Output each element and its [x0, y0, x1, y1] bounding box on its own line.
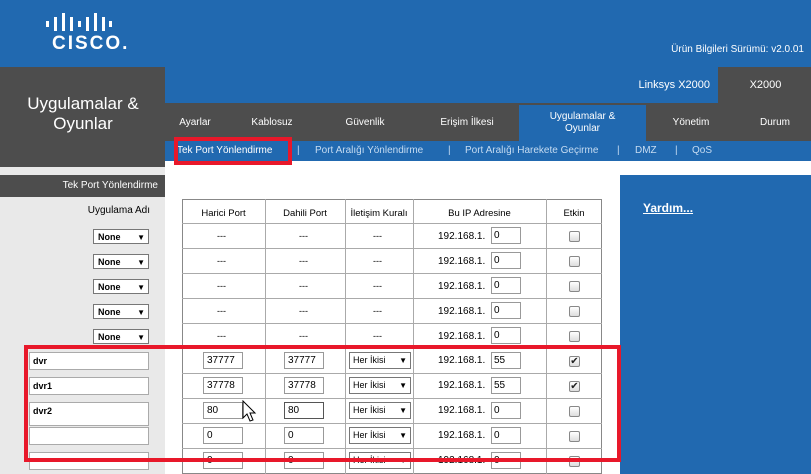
app-preset-select[interactable]: None ▼ [93, 304, 149, 319]
tab-guvenlik[interactable]: Güvenlik [335, 105, 395, 141]
enabled-checkbox[interactable] [569, 256, 580, 267]
external-port-placeholder: --- [217, 256, 226, 266]
mouse-cursor-icon [242, 400, 257, 422]
ip-prefix: 192.168.1. [438, 331, 486, 342]
help-panel [620, 175, 811, 474]
select-value: None [98, 232, 121, 242]
tab-uygulamalar-oyunlar[interactable]: Uygulamalar & Oyunlar [519, 105, 646, 141]
dropdown-arrow-icon: ▼ [137, 308, 145, 317]
subnav-separator: | [448, 145, 451, 156]
ip-prefix: 192.168.1. [438, 281, 486, 292]
select-value: None [98, 282, 121, 292]
app-preset-select[interactable]: None ▼ [93, 254, 149, 269]
select-value: None [98, 332, 121, 342]
app-preset-select[interactable]: None ▼ [93, 329, 149, 344]
highlight-subtab [174, 137, 292, 165]
select-value: None [98, 307, 121, 317]
col-header-enabled: Etkin [563, 207, 585, 219]
app-preset-select[interactable]: None ▼ [93, 279, 149, 294]
external-port-placeholder: --- [217, 231, 226, 241]
tab-ayarlar[interactable]: Ayarlar [170, 105, 220, 141]
cisco-logo-text: CISCO. [52, 33, 130, 54]
internal-port-placeholder: --- [299, 281, 308, 291]
left-heading-label: Tek Port Yönlendirme [62, 180, 158, 191]
tab-erisim-ilkesi[interactable]: Erişim İlkesi [427, 105, 507, 141]
tab-kablosuz[interactable]: Kablosuz [247, 105, 297, 141]
subtab-port-araligi-yonlendirme[interactable]: Port Aralığı Yönlendirme [315, 141, 423, 161]
model-name: Linksys X2000 [638, 79, 710, 91]
dropdown-arrow-icon: ▼ [137, 283, 145, 292]
enabled-checkbox[interactable] [569, 281, 580, 292]
ip-last-input[interactable]: 0 [491, 227, 521, 244]
tab-yonetim[interactable]: Yönetim [660, 105, 722, 141]
protocol-placeholder: --- [373, 256, 382, 266]
dropdown-arrow-icon: ▼ [137, 258, 145, 267]
internal-port-placeholder: --- [299, 256, 308, 266]
protocol-placeholder: --- [373, 281, 382, 291]
table-divider [182, 323, 602, 324]
external-port-placeholder: --- [217, 331, 226, 341]
protocol-placeholder: --- [373, 306, 382, 316]
protocol-placeholder: --- [373, 231, 382, 241]
ip-last-input[interactable]: 0 [491, 302, 521, 319]
internal-port-placeholder: --- [299, 306, 308, 316]
ip-last-input[interactable]: 0 [491, 327, 521, 344]
table-divider [182, 248, 602, 249]
ip-last-input[interactable]: 0 [491, 277, 521, 294]
main-nav: Ayarlar Kablosuz Güvenlik Erişim İlkesi … [165, 105, 811, 141]
model-bar: Linksys X2000 [165, 67, 718, 103]
internal-port-placeholder: --- [299, 331, 308, 341]
cisco-logo-icon [46, 13, 112, 31]
ip-prefix: 192.168.1. [438, 306, 486, 317]
subtab-dmz[interactable]: DMZ [635, 141, 657, 161]
ip-prefix: 192.168.1. [438, 256, 486, 267]
dropdown-arrow-icon: ▼ [137, 333, 145, 342]
subnav-separator: | [675, 145, 678, 156]
tab-durum[interactable]: Durum [745, 105, 805, 141]
enabled-checkbox[interactable] [569, 306, 580, 317]
subtab-port-araligi-harekete[interactable]: Port Aralığı Harekete Geçirme [465, 141, 598, 161]
ip-last-input[interactable]: 0 [491, 252, 521, 269]
dropdown-arrow-icon: ▼ [137, 233, 145, 242]
col-header-external-port: Harici Port [201, 207, 246, 219]
external-port-placeholder: --- [217, 306, 226, 316]
col-header-protocol: İletişim Kuralı [350, 207, 408, 219]
firmware-version: Ürün Bilgileri Sürümü: v2.0.01 [671, 44, 804, 55]
app-name-label: Uygulama Adı [87, 205, 150, 216]
enabled-checkbox[interactable] [569, 231, 580, 242]
col-header-internal-port: Dahili Port [283, 207, 327, 219]
highlight-custom-rows [24, 345, 621, 462]
subnav-separator: | [617, 145, 620, 156]
tab-active-label: Uygulamalar & Oyunlar [549, 111, 616, 134]
subtab-qos[interactable]: QoS [692, 141, 712, 161]
page-title: Uygulamalar & Oyunlar [27, 94, 139, 133]
enabled-checkbox[interactable] [569, 331, 580, 342]
select-value: None [98, 257, 121, 267]
table-divider [182, 298, 602, 299]
ip-prefix: 192.168.1. [438, 231, 486, 242]
protocol-placeholder: --- [373, 331, 382, 341]
table-divider [182, 273, 602, 274]
help-link[interactable]: Yardım... [643, 201, 693, 215]
app-preset-select[interactable]: None ▼ [93, 229, 149, 244]
subnav-separator: | [297, 145, 300, 156]
model-short: X2000 [749, 79, 782, 91]
col-header-ip: Bu IP Adresine [448, 207, 511, 219]
left-heading: Tek Port Yönlendirme [0, 175, 165, 197]
internal-port-placeholder: --- [299, 231, 308, 241]
external-port-placeholder: --- [217, 281, 226, 291]
